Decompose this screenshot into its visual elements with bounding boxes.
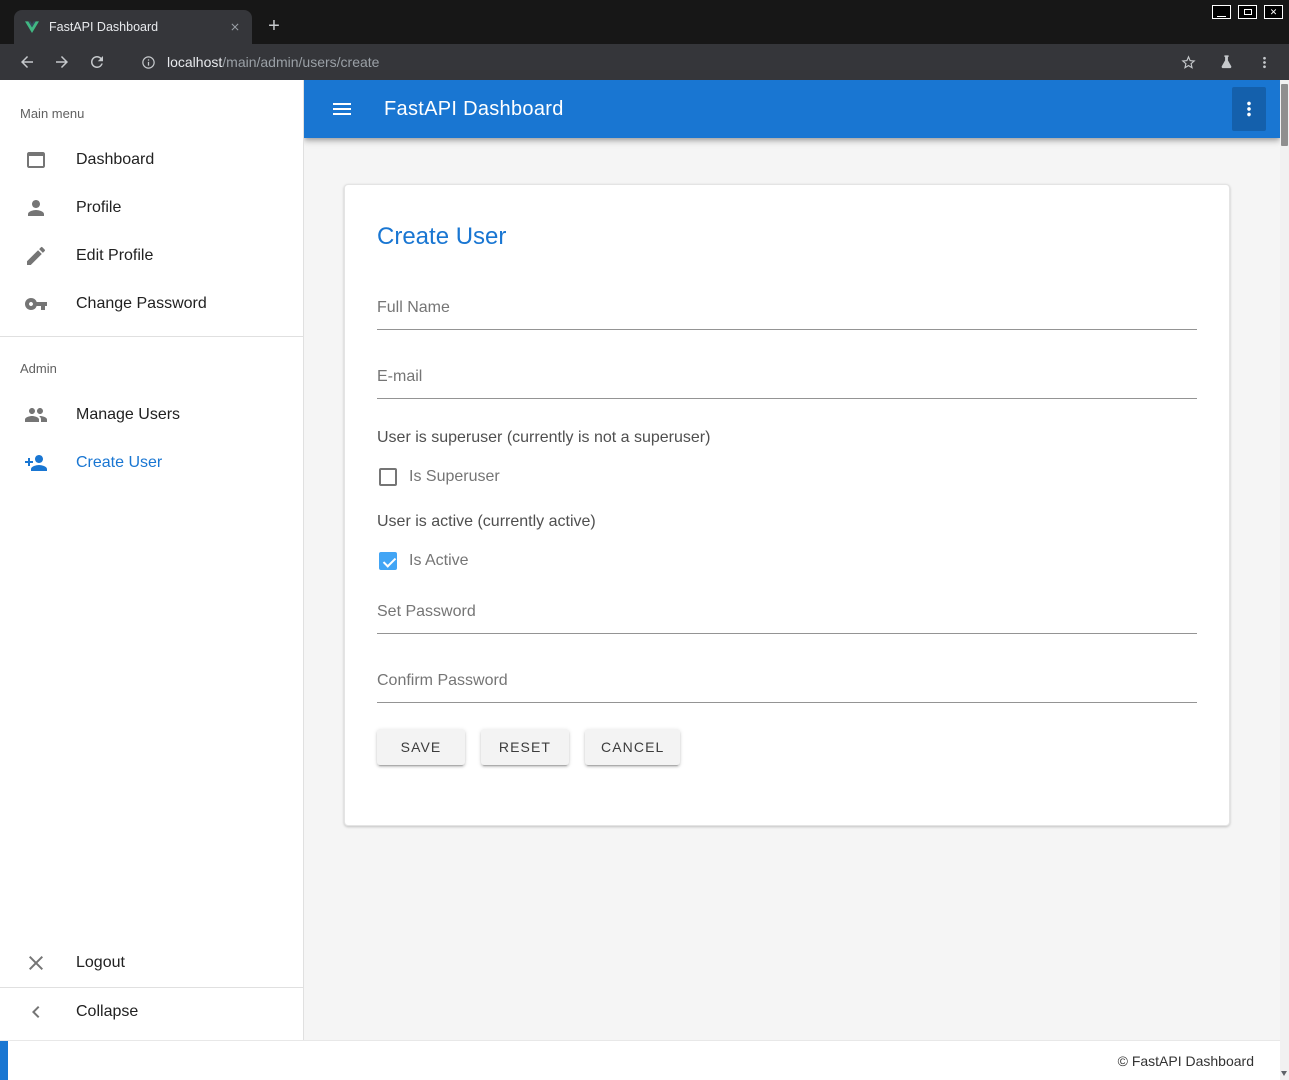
page: Main menu Dashboard Profile Edit Profile	[0, 80, 1289, 1080]
reload-button[interactable]	[84, 49, 110, 75]
close-window-button[interactable]: ✕	[1264, 5, 1283, 19]
sidebar-item-change-password[interactable]: Change Password	[0, 280, 303, 328]
sidebar-item-manage-users[interactable]: Manage Users	[0, 391, 303, 439]
url-host: localhost	[167, 54, 222, 70]
scrollbar-thumb[interactable]	[1281, 84, 1288, 146]
bookmark-star-icon[interactable]	[1177, 51, 1199, 73]
new-tab-button[interactable]: +	[260, 12, 288, 40]
browser-titlebar: FastAPI Dashboard + ✕	[0, 0, 1289, 44]
forward-button[interactable]	[49, 49, 75, 75]
logout-x-icon	[24, 951, 48, 975]
sidebar-item-dashboard[interactable]: Dashboard	[0, 136, 303, 184]
back-icon	[18, 53, 36, 71]
sidebar-item-label: Change Password	[76, 295, 207, 313]
cancel-button[interactable]: CANCEL	[585, 729, 680, 765]
url-bar[interactable]: localhost/main/admin/users/create	[167, 54, 379, 70]
superuser-hint: User is superuser (currently is not a su…	[377, 427, 1197, 449]
hamburger-icon	[330, 97, 354, 121]
superuser-checkbox[interactable]	[379, 468, 397, 486]
sidebar-item-label: Dashboard	[76, 151, 154, 169]
sidebar-item-label: Collapse	[76, 1003, 138, 1021]
maximize-icon	[1244, 9, 1252, 15]
sidebar-item-label: Logout	[76, 954, 125, 972]
maximize-button[interactable]	[1238, 5, 1257, 19]
sidebar-item-edit-profile[interactable]: Edit Profile	[0, 232, 303, 280]
addressbar-actions	[1177, 51, 1275, 73]
browser-tab[interactable]: FastAPI Dashboard	[14, 10, 252, 44]
minimize-button[interactable]	[1212, 5, 1231, 19]
superuser-checkbox-row: Is Superuser	[379, 465, 1197, 489]
hamburger-menu-button[interactable]	[322, 89, 362, 129]
full-name-input[interactable]	[377, 297, 1197, 330]
url-path: /main/admin/users/create	[222, 54, 379, 70]
content-area: Create User User is superuser (currently…	[304, 138, 1280, 1040]
active-hint: User is active (currently active)	[377, 511, 1197, 533]
back-button[interactable]	[14, 49, 40, 75]
people-icon	[24, 403, 48, 427]
sidebar-item-logout[interactable]: Logout	[0, 939, 303, 987]
email-input[interactable]	[377, 366, 1197, 399]
scrollbar[interactable]	[1280, 80, 1289, 1080]
browser-menu-icon[interactable]	[1253, 51, 1275, 73]
browser-window: FastAPI Dashboard + ✕ localhost/main/adm…	[0, 0, 1289, 1080]
confirm-password-input[interactable]	[377, 670, 1197, 703]
sidebar-item-label: Edit Profile	[76, 247, 153, 265]
sidebar: Main menu Dashboard Profile Edit Profile	[0, 80, 304, 1040]
person-add-icon	[24, 451, 48, 475]
person-icon	[24, 196, 48, 220]
create-user-card: Create User User is superuser (currently…	[344, 184, 1230, 826]
superuser-checkbox-label: Is Superuser	[409, 468, 500, 486]
reset-button[interactable]: RESET	[481, 729, 569, 765]
chevron-left-icon	[24, 1000, 48, 1024]
kebab-icon	[1238, 98, 1260, 120]
pencil-icon	[24, 244, 48, 268]
sidebar-divider	[0, 336, 303, 337]
sidebar-item-collapse[interactable]: Collapse	[0, 988, 303, 1036]
sidebar-item-label: Profile	[76, 199, 121, 217]
tab-close-icon[interactable]	[226, 18, 244, 36]
close-icon: ✕	[1270, 8, 1278, 17]
active-checkbox-label: Is Active	[409, 552, 469, 570]
appbar-menu-button[interactable]	[1232, 87, 1266, 131]
app-bar: FastAPI Dashboard	[304, 80, 1280, 138]
form-buttons: SAVE RESET CANCEL	[377, 729, 1197, 765]
minimize-icon	[1217, 16, 1226, 17]
tab-title: FastAPI Dashboard	[49, 20, 226, 34]
key-icon	[24, 292, 48, 316]
active-checkbox-row: Is Active	[379, 549, 1197, 573]
extension-icon[interactable]	[1215, 51, 1237, 73]
address-bar: localhost/main/admin/users/create	[0, 44, 1289, 80]
sidebar-item-profile[interactable]: Profile	[0, 184, 303, 232]
main-area: FastAPI Dashboard Create User User is su…	[304, 80, 1280, 1040]
footer-text: © FastAPI Dashboard	[1118, 1053, 1280, 1069]
window-controls: ✕	[1212, 5, 1283, 19]
sidebar-section-main-menu: Main menu	[0, 80, 303, 136]
sidebar-item-label: Create User	[76, 454, 162, 472]
sidebar-section-admin: Admin	[0, 345, 303, 391]
forward-icon	[53, 53, 71, 71]
create-user-title: Create User	[377, 221, 1197, 253]
scroll-down-arrow-icon[interactable]	[1281, 1071, 1287, 1076]
page-info-icon[interactable]	[137, 51, 159, 73]
sidebar-item-label: Manage Users	[76, 406, 180, 424]
save-button[interactable]: SAVE	[377, 729, 465, 765]
footer-accent	[0, 1041, 8, 1080]
vue-logo-icon	[24, 19, 40, 35]
appbar-title: FastAPI Dashboard	[384, 98, 564, 121]
footer: © FastAPI Dashboard	[0, 1040, 1280, 1080]
set-password-input[interactable]	[377, 601, 1197, 634]
active-checkbox[interactable]	[379, 552, 397, 570]
dashboard-icon	[24, 148, 48, 172]
reload-icon	[88, 53, 106, 71]
sidebar-item-create-user[interactable]: Create User	[0, 439, 303, 487]
